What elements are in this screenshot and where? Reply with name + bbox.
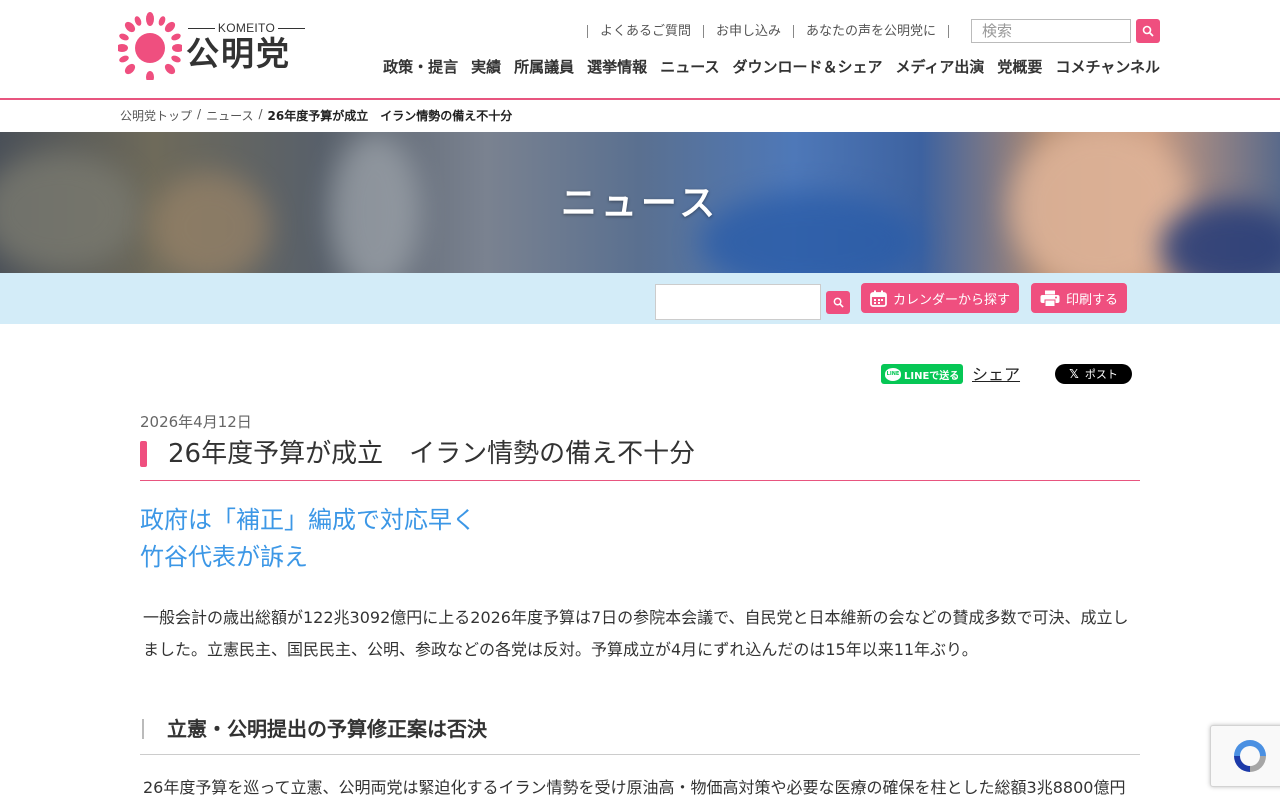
article-subtitle: 政府は「補正」編成で対応早く 竹谷代表が訴え — [140, 502, 476, 576]
article-date: 2026年4月12日 — [140, 413, 252, 431]
nav-achievements[interactable]: 実績 — [471, 57, 501, 77]
breadcrumb-current: 26年度予算が成立 イラン情勢の備え不十分 — [267, 109, 513, 123]
hero-title: ニュース — [560, 183, 720, 224]
print-button[interactable]: 印刷する — [1031, 283, 1128, 313]
global-nav: 政策・提言 実績 所属議員 選挙情報 ニュース ダウンロード＆シェア メディア出… — [370, 57, 1160, 77]
news-search-input[interactable] — [655, 284, 821, 320]
calendar-search-button[interactable]: カレンダーから探す — [861, 283, 1020, 313]
line-share-button[interactable]: LINE LINEで送る — [881, 364, 963, 384]
logo-english-wordmark: KOMEITO — [188, 21, 306, 35]
site-logo[interactable]: KOMEITO 公明党 — [118, 12, 308, 82]
section-heading: 立憲・公明提出の予算修正案は否決 — [167, 717, 487, 741]
line-share-label: LINEで送る — [904, 370, 960, 382]
recaptcha-badge[interactable] — [1210, 725, 1280, 787]
section-heading-block: 立憲・公明提出の予算修正案は否決 — [140, 710, 1140, 755]
article-paragraph: 一般会計の歳出総額が122兆3092億円に上る2026年度予算は7日の参院本会議… — [143, 608, 1129, 659]
facebook-share-link[interactable]: シェア — [972, 364, 1020, 386]
site-header: KOMEITO 公明党 よくあるご質問 お申し込み あなたの声を公明党に 検索 … — [0, 0, 1280, 100]
subtitle-line-1: 政府は「補正」編成で対応早く — [140, 506, 476, 534]
nav-elections[interactable]: 選挙情報 — [587, 57, 647, 77]
x-post-button[interactable]: 𝕏 ポスト — [1055, 364, 1132, 384]
news-search-button[interactable] — [826, 291, 850, 314]
nav-download-share[interactable]: ダウンロード＆シェア — [732, 57, 882, 77]
x-logo-icon: 𝕏 — [1069, 367, 1079, 381]
breadcrumb-home[interactable]: 公明党トップ — [120, 107, 192, 124]
utility-links: よくあるご質問 お申し込み あなたの声を公明党に — [587, 20, 971, 42]
voice-link[interactable]: あなたの声を公明党に — [793, 24, 948, 38]
site-search-input[interactable]: 検索 — [971, 19, 1131, 43]
breadcrumb-news[interactable]: ニュース — [206, 107, 253, 124]
article-title-block: 26年度予算が成立 イラン情勢の備え不十分 — [140, 436, 1140, 481]
faq-link[interactable]: よくあるご質問 — [587, 24, 703, 38]
sun-logo-icon — [118, 12, 182, 80]
title-accent-bar — [140, 441, 147, 467]
heading-accent-bar — [142, 719, 144, 739]
nav-members[interactable]: 所属議員 — [514, 57, 574, 77]
recaptcha-icon — [1234, 740, 1266, 772]
nav-about[interactable]: 党概要 — [997, 57, 1042, 77]
x-post-label: ポスト — [1084, 368, 1118, 381]
nav-news[interactable]: ニュース — [660, 57, 719, 77]
article-title: 26年度予算が成立 イラン情勢の備え不十分 — [168, 439, 696, 469]
news-toolbar: カレンダーから探す 印刷する — [0, 273, 1280, 324]
logo-japanese-wordmark: 公明党 — [186, 34, 291, 73]
nav-policy[interactable]: 政策・提言 — [383, 57, 458, 77]
print-label: 印刷する — [1066, 292, 1119, 308]
calendar-icon — [870, 290, 887, 307]
search-icon — [1142, 25, 1154, 37]
line-icon: LINE — [885, 367, 901, 381]
subtitle-line-2: 竹谷代表が訴え — [140, 543, 308, 571]
nav-media[interactable]: メディア出演 — [895, 57, 984, 77]
hero-banner: ニュース — [0, 132, 1280, 273]
nav-kome-channel[interactable]: コメチャンネル — [1055, 57, 1160, 77]
site-search-button[interactable] — [1136, 19, 1160, 43]
breadcrumb: 公明党トップ / ニュース/ 26年度予算が成立 イラン情勢の備え不十分 — [120, 107, 513, 124]
calendar-search-label: カレンダーから探す — [893, 292, 1011, 308]
divider — [948, 24, 950, 38]
search-icon — [833, 297, 844, 308]
apply-link[interactable]: お申し込み — [703, 24, 793, 38]
article-paragraph: 26年度予算を巡って立憲、公明両党は緊迫化するイラン情勢を受け原油高・物価高対策… — [143, 778, 1126, 797]
printer-icon — [1040, 290, 1060, 307]
